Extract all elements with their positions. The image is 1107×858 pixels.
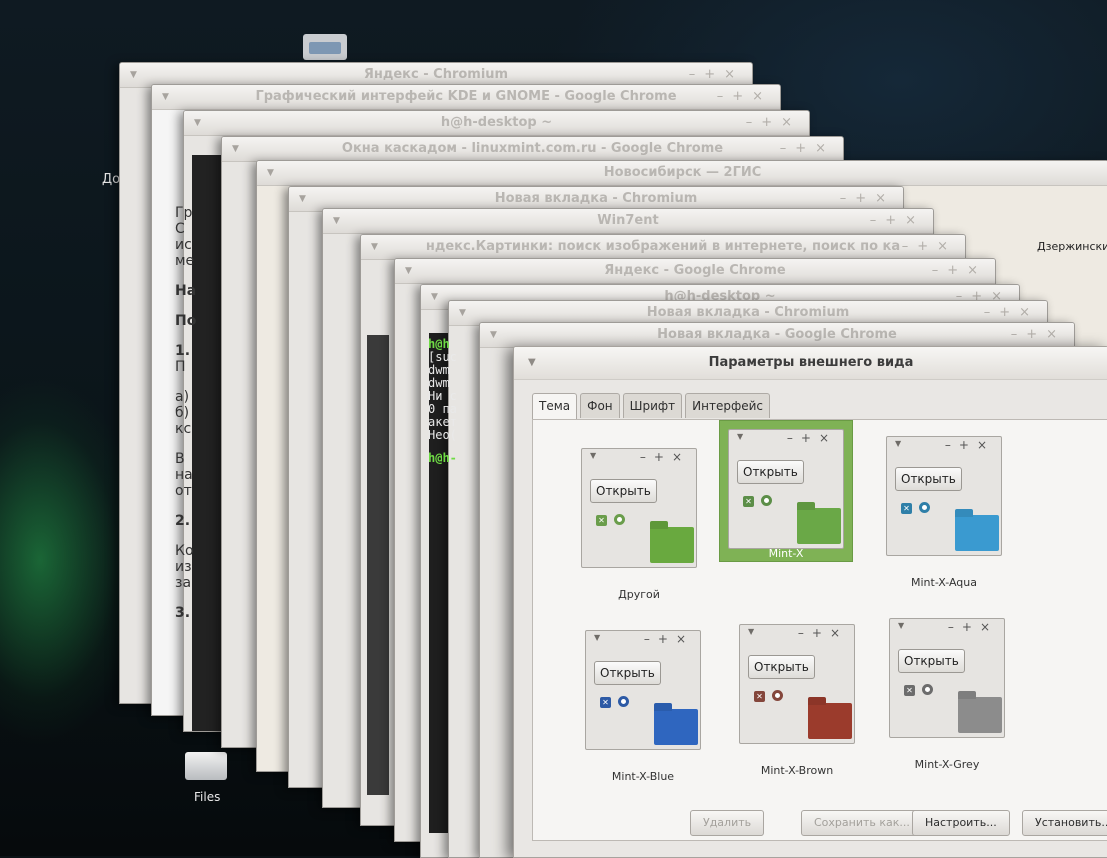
window-controls-icon: –+× [944,438,995,452]
window-title: ндекс.Картинки: поиск изображений в инте… [425,239,901,254]
delete-button[interactable]: Удалить [690,810,765,836]
checkbox-icon: ✕ [743,496,754,507]
radio-icon [772,690,783,701]
window-title: Графический интерфейс KDE и GNOME - Goog… [255,89,677,104]
window-controls-icon: –+× [947,620,998,634]
theme-card[interactable]: ▼ –+× Открыть ✕ Mint-X-Brown [731,616,863,777]
menu-arrow-icon: ▼ [590,451,597,460]
window-controls-icon: –+× [786,431,837,445]
files-label: Files [194,790,221,804]
theme-name: Другой [618,588,660,601]
tab-interface[interactable]: Интерфейс [685,393,771,418]
preview-open-button: Открыть [748,655,815,679]
checkbox-icon: ✕ [754,691,765,702]
preview-open-button: Открыть [590,479,657,503]
theme-preview: ▼ –+× Открыть ✕ [581,448,697,568]
folder-icon [654,709,698,745]
window-controls[interactable]: –+× [717,85,772,109]
folder-icon [958,697,1002,733]
preview-open-button: Открыть [898,649,965,673]
radio-icon [919,502,930,513]
save-as-button[interactable]: Сохранить как... [801,810,923,836]
dialog-title: Параметры внешнего вида [708,355,914,370]
theme-preview: ▼ –+× Открыть ✕ [889,618,1005,738]
theme-card[interactable]: ▼ –+× Открыть ✕ Mint-X [719,420,853,562]
theme-name: Mint-X [768,547,804,560]
window-controls-icon: –+× [797,626,848,640]
theme-name: Mint-X-Blue [611,770,675,783]
tab-bar: Тема Фон Шрифт Интерфейс [532,393,773,420]
theme-name: Mint-X-Grey [914,758,980,771]
radio-icon [618,696,629,707]
window-title: Окна каскадом - linuxmint.com.ru - Googl… [341,141,724,156]
theme-preview: ▼ –+× Открыть ✕ [886,436,1002,556]
checkbox-icon: ✕ [904,685,915,696]
window-controls[interactable]: –+× [870,209,925,233]
preview-open-button: Открыть [594,661,661,685]
window-controls[interactable]: –+× [780,137,835,161]
window-controls-icon: –+× [643,632,694,646]
tab-theme[interactable]: Тема [532,393,578,420]
menu-arrow-icon: ▼ [895,439,902,448]
window-controls[interactable]: –+× [1011,323,1066,347]
checkbox-icon: ✕ [596,515,607,526]
menu-arrow-icon: ▼ [748,627,755,636]
install-button[interactable]: Установить... [1022,810,1107,836]
document-text: Гр С ис ме На По 1. П а) б) кс В на от 2… [175,205,197,621]
theme-preview: ▼ –+× Открыть ✕ [728,429,844,549]
window-controls[interactable]: –+× [932,259,987,283]
menu-arrow-icon: ▼ [737,432,744,441]
folder-icon [955,515,999,551]
tab-font[interactable]: Шрифт [622,393,683,418]
theme-panel: ▼ –+× Открыть ✕ Другой ▼ –+× Открыть ✕ Mint-X ▼ –+×… [532,419,1107,841]
window-title: Новая вкладка - Google Chrome [657,327,897,342]
window-controls-icon: –+× [639,450,690,464]
window-controls[interactable]: –+× [902,235,957,259]
menu-arrow-icon: ▼ [594,633,601,642]
menu-arrow-icon: ▼ [898,621,905,630]
folder-icon [650,527,694,563]
theme-card[interactable]: ▼ –+× Открыть ✕ Mint-X-Blue [577,622,709,783]
preview-open-button: Открыть [737,460,804,484]
checkbox-icon: ✕ [901,503,912,514]
theme-name: Mint-X-Brown [760,764,834,777]
folder-icon [808,703,852,739]
radio-icon [922,684,933,695]
radio-icon [761,495,772,506]
window-title: Новосибирск — 2ГИС [603,165,762,180]
dock-handle[interactable] [303,34,347,60]
tab-background[interactable]: Фон [580,393,620,418]
terminal-text: h@h [suc dwm dwm Ни с 0 па акет Нео( h@h… [428,337,457,465]
theme-preview: ▼ –+× Открыть ✕ [739,624,855,744]
appearance-dialog[interactable]: ▼ Параметры внешнего вида Тема Фон Шрифт… [513,346,1107,858]
theme-preview: ▼ –+× Открыть ✕ [585,630,701,750]
folder-icon [797,508,841,544]
theme-card[interactable]: ▼ –+× Открыть ✕ Другой [573,440,705,601]
window-title: Яндекс - Google Chrome [604,263,786,278]
window-title: Win7ent [597,213,659,228]
theme-card[interactable]: ▼ –+× Открыть ✕ Mint-X-Aqua [878,428,1010,589]
window-controls[interactable]: –+× [746,111,801,135]
checkbox-icon: ✕ [600,697,611,708]
drive-icon[interactable] [183,748,229,782]
radio-icon [614,514,625,525]
map-label: Дзержинский [1037,240,1107,253]
configure-button[interactable]: Настроить... [912,810,1010,836]
window-title: h@h-desktop ~ [440,115,553,130]
theme-name: Mint-X-Aqua [911,576,977,589]
preview-open-button: Открыть [895,467,962,491]
theme-card[interactable]: ▼ –+× Открыть ✕ Mint-X-Grey [881,610,1013,771]
